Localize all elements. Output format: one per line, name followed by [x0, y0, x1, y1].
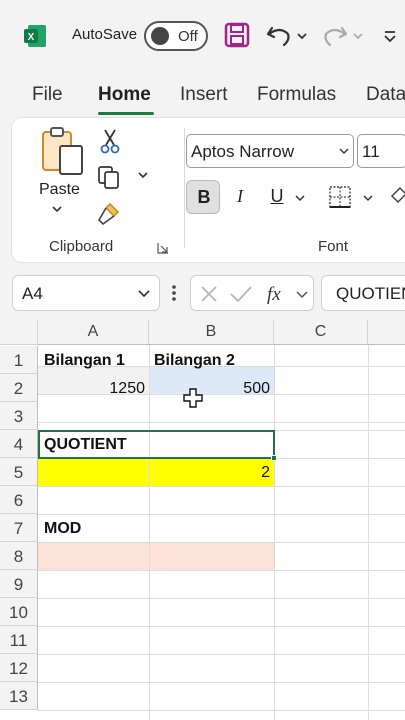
paste-icon[interactable]	[40, 126, 86, 178]
gridline	[368, 345, 369, 720]
cell-a7[interactable]: MOD	[44, 514, 148, 542]
more-options-icon[interactable]	[170, 282, 178, 304]
font-size-value: 11	[362, 142, 380, 161]
gridline	[38, 598, 405, 599]
customize-toolbar-icon[interactable]	[380, 20, 400, 50]
paste-label: Paste	[39, 181, 80, 198]
tab-home[interactable]: Home	[98, 84, 151, 106]
cell-a1[interactable]: Bilangan 1	[44, 346, 148, 374]
clipboard-launcher-icon[interactable]	[157, 242, 169, 254]
column-header-a[interactable]: A	[38, 320, 149, 345]
chevron-down-icon[interactable]	[295, 290, 309, 300]
undo-icon[interactable]	[264, 20, 294, 50]
cut-icon[interactable]	[98, 128, 122, 154]
row-header-12[interactable]: 12	[0, 654, 38, 682]
active-cell-selection[interactable]	[38, 430, 275, 459]
redo-dropdown-icon[interactable]	[350, 20, 366, 50]
enter-check-icon[interactable]	[229, 284, 253, 304]
row-header-1[interactable]: 1	[0, 346, 38, 374]
select-all-corner[interactable]	[0, 320, 38, 345]
bold-label: B	[197, 187, 211, 207]
font-name-select[interactable]: Aptos Narrow	[186, 134, 354, 168]
font-name-value: Aptos Narrow	[191, 142, 294, 161]
gridline	[38, 570, 405, 571]
chevron-down-icon	[339, 148, 349, 154]
gridline	[38, 710, 405, 711]
column-header-d[interactable]	[368, 320, 405, 345]
redo-icon[interactable]	[320, 20, 350, 50]
cell-b1[interactable]: Bilangan 2	[154, 346, 272, 374]
ribbon-group-separator	[184, 128, 185, 248]
gridline	[38, 542, 405, 543]
worksheet-grid[interactable]: A B C 1 2 3 4 5 6 7 8 9 10 11 12 13 Bila…	[0, 320, 405, 720]
ribbon-panel: Paste Clipboard Aptos Narrow 11 B I U Fo…	[12, 118, 405, 262]
cancel-icon[interactable]	[199, 284, 219, 304]
svg-text:fx: fx	[267, 284, 281, 305]
format-painter-icon[interactable]	[96, 200, 124, 226]
borders-icon[interactable]	[328, 185, 352, 209]
svg-text:X: X	[28, 32, 35, 43]
copy-dropdown-icon[interactable]	[136, 170, 150, 182]
row-header-13[interactable]: 13	[0, 682, 38, 710]
italic-label: I	[237, 186, 243, 206]
tab-insert[interactable]: Insert	[180, 84, 228, 106]
clipboard-group-label: Clipboard	[49, 238, 114, 255]
gridline	[38, 486, 405, 487]
row-header-10[interactable]: 10	[0, 598, 38, 626]
excel-logo-icon: X	[24, 25, 46, 47]
tab-formulas[interactable]: Formulas	[257, 84, 336, 106]
save-icon[interactable]	[222, 20, 252, 50]
active-tab-indicator	[98, 112, 154, 115]
font-size-select[interactable]: 11	[357, 134, 405, 168]
move-cursor-icon	[183, 388, 203, 408]
copy-icon[interactable]	[96, 164, 122, 190]
row-header-5[interactable]: 5	[0, 458, 38, 486]
row-header-4[interactable]: 4	[0, 430, 38, 458]
row-header-9[interactable]: 9	[0, 570, 38, 598]
fill-color-icon[interactable]	[390, 184, 405, 210]
font-group-label: Font	[318, 238, 349, 255]
gridline	[38, 682, 405, 683]
autosave-toggle[interactable]: Off	[144, 21, 208, 51]
cell-b5[interactable]: 2	[149, 458, 274, 486]
row-header-7[interactable]: 7	[0, 514, 38, 542]
formula-value: QUOTIENT	[336, 284, 405, 303]
underline-label: U	[270, 186, 284, 206]
chevron-down-icon	[138, 290, 150, 298]
name-box-value: A4	[22, 284, 43, 303]
gridline	[38, 654, 405, 655]
toggle-knob	[151, 27, 169, 45]
paste-dropdown-icon[interactable]	[50, 204, 64, 214]
cell-b2[interactable]: 500	[149, 374, 274, 402]
column-header-c[interactable]: C	[274, 320, 368, 345]
name-box[interactable]: A4	[12, 275, 160, 311]
underline-button[interactable]: U	[260, 180, 294, 214]
italic-button[interactable]: I	[223, 180, 257, 214]
undo-dropdown-icon[interactable]	[294, 20, 310, 50]
formula-input[interactable]: QUOTIENT	[321, 275, 405, 311]
bold-button[interactable]: B	[186, 180, 220, 214]
ribbon-tabs: File Home Insert Formulas Data	[0, 72, 405, 116]
underline-dropdown-icon[interactable]	[294, 193, 306, 203]
row-header-8[interactable]: 8	[0, 542, 38, 570]
cell-fill-row8	[38, 542, 274, 570]
tab-data[interactable]: Data	[366, 84, 405, 106]
fill-handle[interactable]	[271, 455, 277, 461]
gridline	[38, 626, 405, 627]
row-header-3[interactable]: 3	[0, 402, 38, 430]
toggle-state: Off	[178, 28, 198, 45]
cell-a2[interactable]: 1250	[38, 374, 149, 402]
column-header-b[interactable]: B	[149, 320, 274, 345]
title-bar: X AutoSave Off	[0, 0, 405, 72]
tab-file[interactable]: File	[32, 84, 63, 106]
row-header-2[interactable]: 2	[0, 374, 38, 402]
gridline	[274, 345, 275, 720]
insert-function-icon[interactable]: fx	[265, 282, 293, 306]
autosave-label: AutoSave	[72, 26, 138, 43]
gridline	[38, 422, 405, 423]
formula-controls: fx	[190, 275, 314, 311]
row-header-6[interactable]: 6	[0, 486, 38, 514]
row-header-11[interactable]: 11	[0, 626, 38, 654]
borders-dropdown-icon[interactable]	[362, 193, 374, 203]
